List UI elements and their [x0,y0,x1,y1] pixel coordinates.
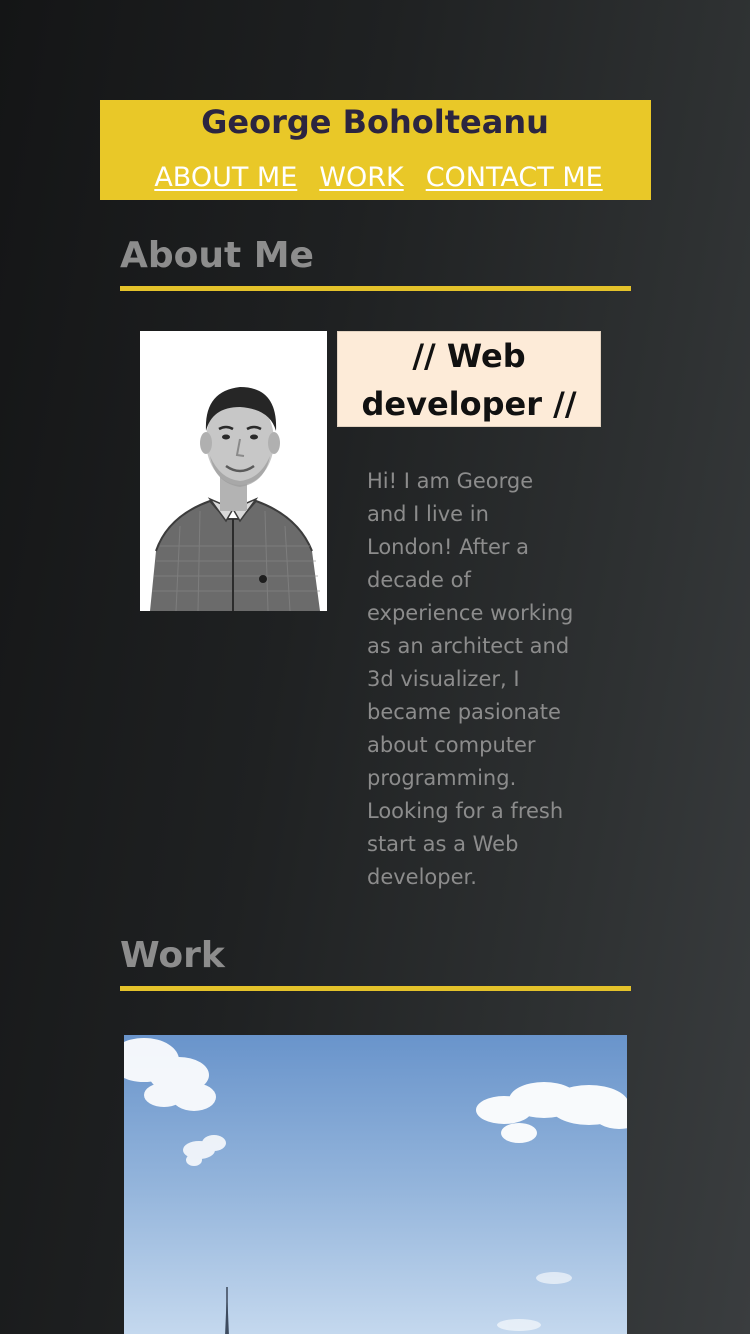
nav-contact-me-link[interactable]: CONTACT ME [426,160,603,196]
bio-text: Hi! I am George and I live in London! Af… [367,469,574,889]
about-heading: About Me [120,235,314,276]
nav-work-link[interactable]: WORK [319,160,403,196]
work-project-image[interactable] [124,1035,627,1334]
work-project-illustration [124,1035,627,1334]
work-divider [120,986,631,991]
main-nav: ABOUT ME WORK CONTACT ME [100,160,651,196]
profile-photo [140,331,327,611]
role-badge: // Web developer // [337,331,601,427]
nav-about-me-link[interactable]: ABOUT ME [154,160,297,196]
site-title: George Boholteanu [201,103,549,141]
work-heading: Work [120,935,225,976]
profile-photo-illustration [140,331,327,611]
about-divider [120,286,631,291]
